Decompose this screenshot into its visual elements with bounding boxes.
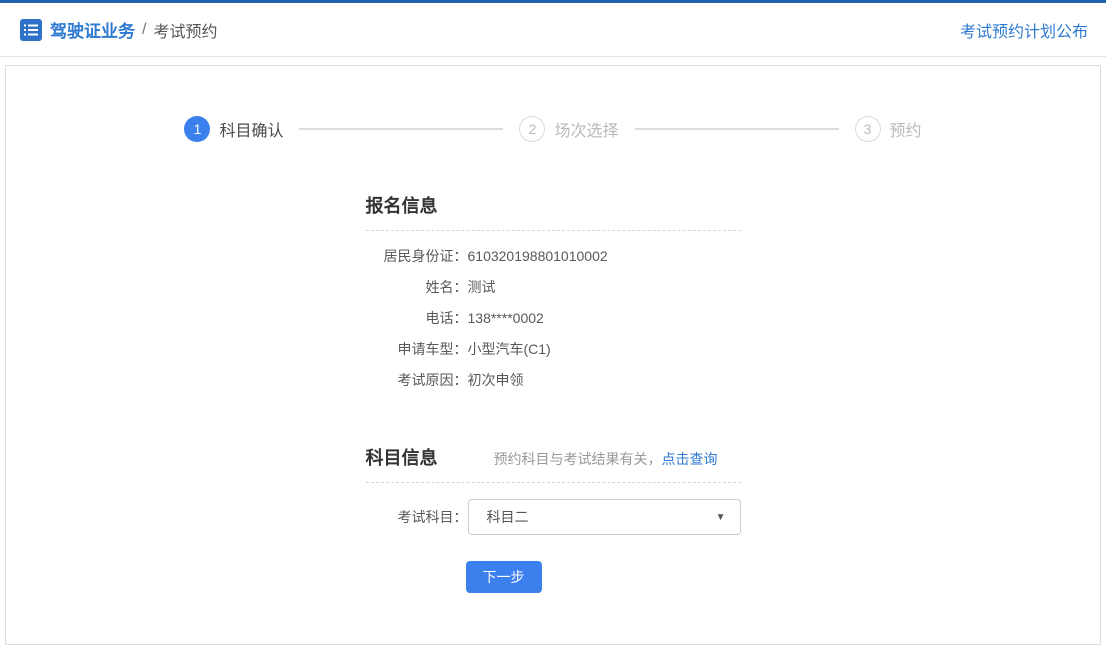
step-connector — [635, 128, 839, 130]
breadcrumb-page: 考试预约 — [153, 18, 217, 42]
breadcrumb-section[interactable]: 驾驶证业务 — [50, 17, 135, 42]
subject-title-row: 科目信息 预约科目与考试结果有关，点击查询 — [366, 444, 741, 483]
query-result-link[interactable]: 点击查询 — [662, 451, 718, 467]
step-1-label: 科目确认 — [219, 117, 283, 141]
content-column: 报名信息 居民身份证： 610320198801010002 姓名： 测试 电话… — [366, 192, 741, 593]
next-step-button[interactable]: 下一步 — [466, 561, 542, 593]
subject-hint-text: 预约科目与考试结果有关， — [494, 451, 662, 467]
subject-section: 科目信息 预约科目与考试结果有关，点击查询 考试科目： 科目二 ▼ 下一步 — [366, 444, 741, 593]
field-row-exam-reason: 考试原因： 初次申领 — [366, 365, 741, 396]
registration-title-row: 报名信息 — [366, 192, 741, 231]
chevron-down-icon: ▼ — [716, 512, 726, 523]
step-session-select: 2 场次选择 — [519, 116, 618, 142]
step-1-circle: 1 — [184, 116, 210, 142]
subject-hint: 预约科目与考试结果有关，点击查询 — [494, 449, 718, 469]
registration-title: 报名信息 — [366, 192, 438, 218]
step-subject-confirm: 1 科目确认 — [184, 116, 283, 142]
exam-subject-row: 考试科目： 科目二 ▼ — [366, 499, 741, 535]
step-2-label: 场次选择 — [554, 117, 618, 141]
subject-title: 科目信息 — [366, 444, 438, 470]
step-3-circle: 3 — [855, 116, 881, 142]
field-label: 考试原因： — [366, 365, 468, 396]
exam-subject-label: 考试科目： — [366, 507, 468, 527]
step-connector — [299, 128, 503, 130]
field-label: 姓名： — [366, 272, 468, 303]
field-value: 初次申领 — [468, 365, 741, 396]
step-indicator: 1 科目确认 2 场次选择 3 预约 — [6, 116, 1100, 142]
field-row-vehicle-type: 申请车型： 小型汽车(C1) — [366, 334, 741, 365]
header: 驾驶证业务 / 考试预约 考试预约计划公布 — [0, 3, 1106, 57]
step-3-label: 预约 — [890, 117, 922, 141]
main-panel: 1 科目确认 2 场次选择 3 预约 报名信息 居民身份证： 610320198… — [5, 65, 1101, 645]
registration-section: 报名信息 居民身份证： 610320198801010002 姓名： 测试 电话… — [366, 192, 741, 396]
field-label: 电话： — [366, 303, 468, 334]
exam-plan-link[interactable]: 考试预约计划公布 — [960, 18, 1088, 42]
field-label: 居民身份证： — [366, 241, 468, 272]
field-row-phone: 电话： 138****0002 — [366, 303, 741, 334]
field-row-name: 姓名： 测试 — [366, 272, 741, 303]
list-icon — [20, 19, 42, 41]
breadcrumb: 驾驶证业务 / 考试预约 — [20, 17, 217, 42]
field-value: 610320198801010002 — [468, 241, 741, 272]
field-row-id-number: 居民身份证： 610320198801010002 — [366, 241, 741, 272]
field-label: 申请车型： — [366, 334, 468, 365]
step-2-circle: 2 — [519, 116, 545, 142]
registration-fields: 居民身份证： 610320198801010002 姓名： 测试 电话： 138… — [366, 241, 741, 396]
breadcrumb-separator: / — [142, 21, 146, 39]
step-reserve: 3 预约 — [855, 116, 922, 142]
exam-subject-selected-value: 科目二 — [487, 507, 529, 527]
field-value: 测试 — [468, 272, 741, 303]
field-value: 小型汽车(C1) — [468, 334, 741, 365]
field-value: 138****0002 — [468, 303, 741, 334]
exam-subject-select[interactable]: 科目二 ▼ — [468, 499, 741, 535]
